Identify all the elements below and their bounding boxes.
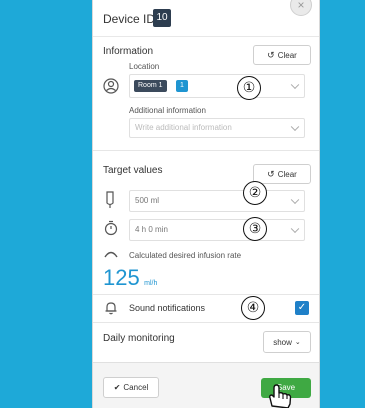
additional-info-label: Additional information: [129, 106, 206, 115]
duration-select[interactable]: 4 h 0 min: [129, 219, 305, 241]
volume-value: 500 ml: [135, 196, 160, 205]
device-id-badge: 10: [153, 9, 171, 27]
sound-notifications-checkbox[interactable]: ✓: [295, 301, 309, 315]
target-clear-button[interactable]: ↺ Clear: [253, 164, 311, 184]
cancel-button[interactable]: ✔ Cancel: [103, 377, 159, 398]
infusion-bag-icon: [106, 191, 114, 208]
room-tag[interactable]: Room 1: [134, 80, 167, 92]
section-divider: [93, 294, 319, 295]
daily-monitoring-show-button[interactable]: show ⌄: [263, 331, 311, 353]
chevron-down-icon: [290, 80, 300, 90]
pointer-hand-icon: [269, 384, 292, 408]
annotation-marker-2: ②: [243, 181, 267, 205]
chevron-down-icon: [290, 195, 300, 205]
section-divider: [93, 322, 319, 323]
target-values-title: Target values: [103, 165, 163, 176]
close-icon: ×: [297, 0, 305, 12]
target-clear-label: Clear: [277, 169, 297, 179]
person-icon: [103, 78, 119, 94]
bell-icon: [105, 302, 117, 315]
information-clear-label: Clear: [277, 50, 297, 60]
location-label: Location: [129, 62, 160, 71]
additional-info-placeholder: Write additional information: [135, 123, 232, 132]
section-divider: [93, 150, 319, 151]
additional-info-input[interactable]: Write additional information: [129, 118, 305, 138]
annotation-marker-4: ④: [241, 296, 265, 320]
header-divider: [93, 36, 319, 37]
check-icon: ✔: [113, 383, 121, 392]
information-clear-button[interactable]: ↺ Clear: [253, 45, 311, 65]
daily-monitoring-label: Daily monitoring: [103, 333, 175, 344]
information-title: Information: [103, 46, 154, 57]
reset-icon: ↺: [267, 168, 275, 179]
gauge-icon: [104, 251, 118, 258]
rate-unit: ml/h: [144, 280, 158, 287]
duration-value: 4 h 0 min: [135, 225, 168, 234]
chevron-down-icon: [290, 122, 300, 132]
annotation-marker-3: ③: [243, 217, 267, 241]
room-count-badge: 1: [176, 80, 188, 92]
rate-readout: 125 ml/h: [103, 265, 157, 291]
show-label: show: [273, 337, 292, 347]
chevron-down-icon: [290, 224, 300, 234]
close-button[interactable]: ×: [290, 0, 312, 16]
rate-label: Calculated desired infusion rate: [129, 251, 242, 260]
cancel-label: Cancel: [123, 383, 149, 392]
page-title: Device ID: [103, 12, 156, 26]
volume-select[interactable]: 500 ml: [129, 190, 305, 212]
location-select[interactable]: Room 1 1: [129, 74, 305, 98]
chevron-down-icon: ⌄: [294, 339, 301, 346]
sound-notifications-label: Sound notifications: [129, 303, 206, 313]
annotation-marker-1: ①: [237, 76, 261, 100]
device-settings-panel: Device ID 10 × Information ↺ Clear Locat…: [92, 0, 320, 408]
timer-icon: [104, 220, 118, 236]
rate-value: 125: [103, 265, 140, 290]
reset-icon: ↺: [267, 49, 275, 60]
check-icon: ✓: [297, 302, 307, 313]
